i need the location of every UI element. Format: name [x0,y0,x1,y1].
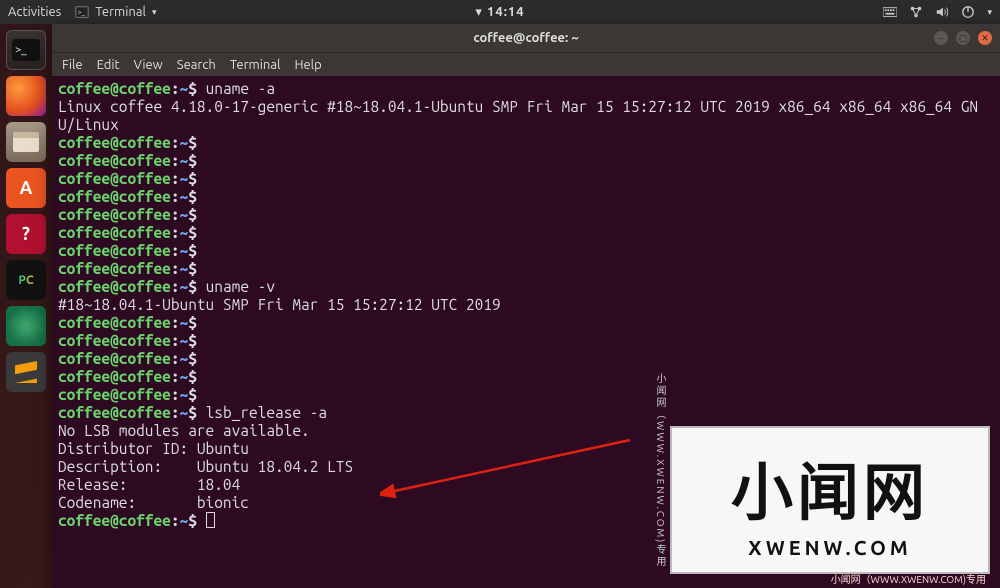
cmd-lsb-release: lsb_release -a [206,404,328,421]
menu-help[interactable]: Help [294,58,321,72]
minimize-button[interactable]: – [934,31,948,45]
menu-view[interactable]: View [134,58,163,72]
chevron-down-icon: ▾ [152,7,157,18]
dock-terminal[interactable]: >_ [6,30,46,70]
watermark-small: XWENW.COM [748,536,911,559]
titlebar[interactable]: coffee@coffee: ~ – ▢ ✕ [52,24,1000,52]
volume-icon[interactable] [935,5,949,19]
lsb-description: Description: Ubuntu 18.04.2 LTS [58,458,353,475]
clock[interactable]: ▾ 14:14 [475,5,524,20]
gnome-topbar: Activities >_ Terminal ▾ ▾ 14:14 ▾ [0,0,1000,24]
window-title: coffee@coffee: ~ [473,31,578,45]
dock-software[interactable]: A [6,168,46,208]
cmd-uname-a: uname -a [206,80,275,97]
menu-edit[interactable]: Edit [97,58,120,72]
app-menu-label: Terminal [95,5,146,19]
watermark-side: 小闻网（WWW.XWENW.COM)专用 [653,373,668,568]
watermark-box: 小闻网 XWENW.COM [670,426,990,574]
dock-sublime[interactable] [6,352,46,392]
keyboard-icon[interactable] [883,5,897,19]
app-menu[interactable]: >_ Terminal ▾ [75,5,156,19]
terminal-icon: >_ [75,5,89,19]
activities-button[interactable]: Activities [8,5,61,19]
dock-atom[interactable] [6,306,46,346]
menu-terminal[interactable]: Terminal [230,58,281,72]
out-uname-a: Linux coffee 4.18.0-17-generic #18~18.04… [58,98,978,133]
dock: >_ A ? PC [0,24,52,588]
dock-pycharm[interactable]: PC [6,260,46,300]
watermark-foot: 小闻网（WWW.XWENW.COM)专用 [831,571,986,586]
system-tray[interactable]: ▾ [883,5,992,19]
out-uname-v: #18~18.04.1-Ubuntu SMP Fri Mar 15 15:27:… [58,296,501,313]
dock-firefox[interactable] [6,76,46,116]
network-icon[interactable] [909,5,923,19]
watermark-big: 小闻网 [731,442,929,532]
cmd-uname-v: uname -v [206,278,275,295]
chevron-down-icon: ▾ [987,7,992,18]
dock-files[interactable] [6,122,46,162]
menu-search[interactable]: Search [177,58,216,72]
close-button[interactable]: ✕ [978,31,992,45]
svg-text:>_: >_ [78,9,86,17]
menubar: File Edit View Search Terminal Help [52,52,1000,76]
dock-help[interactable]: ? [6,214,46,254]
menu-file[interactable]: File [62,58,83,72]
cursor [206,512,215,528]
maximize-button[interactable]: ▢ [956,31,970,45]
power-icon[interactable] [961,5,975,19]
